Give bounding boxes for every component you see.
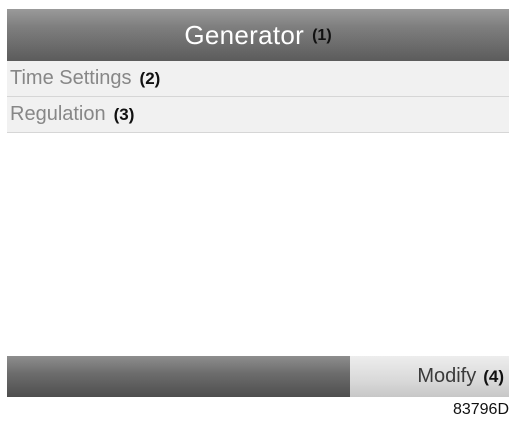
softkey-bar: Modify (4) <box>7 356 509 397</box>
menu-item-label: Regulation <box>10 103 106 125</box>
callout-label-1: (1) <box>312 27 332 44</box>
softkey-bar-blank <box>7 356 350 397</box>
menu-item-regulation[interactable]: Regulation (3) <box>7 97 509 133</box>
menu-item-time-settings[interactable]: Time Settings (2) <box>7 61 509 97</box>
modify-button[interactable]: Modify (4) <box>350 356 509 397</box>
figure-id: 83796D <box>452 401 509 418</box>
callout-label-2: (2) <box>139 68 161 88</box>
menu-list: Time Settings (2) Regulation (3) <box>7 61 509 133</box>
callout-label-4: (4) <box>483 366 504 386</box>
menu-item-label: Time Settings <box>10 67 132 89</box>
modify-button-label: Modify <box>417 365 477 387</box>
controller-display: Generator (1) Time Settings (2) Regulati… <box>7 9 509 397</box>
callout-label-3: (3) <box>113 104 135 124</box>
title-bar: Generator (1) <box>7 9 509 61</box>
page-title: Generator <box>184 19 305 50</box>
